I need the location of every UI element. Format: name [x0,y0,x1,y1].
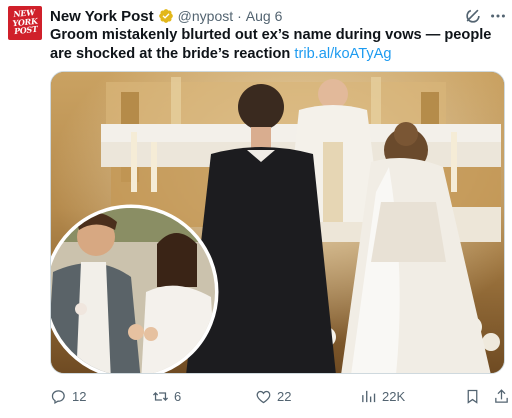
tweet-body: Groom mistakenly blurted out ex’s name d… [50,27,492,62]
tweet[interactable]: NEW YORK POST New York Post @nypost · Au… [0,0,512,418]
separator-dot: · [237,8,242,24]
grok-icon[interactable] [464,7,482,25]
tweet-text: Groom mistakenly blurted out ex’s name d… [50,26,505,64]
like-button[interactable]: 22 [255,385,291,407]
share-button[interactable] [493,385,512,407]
bookmark-icon [467,389,478,404]
views-button[interactable]: 22K [360,385,405,407]
bookmark-button[interactable] [464,385,486,407]
tweet-link[interactable]: trib.al/koATyAg [294,46,391,62]
avatar-logo-line-3: POST [13,23,39,37]
more-icon[interactable] [489,7,507,25]
wedding-photo [51,72,504,373]
author-name[interactable]: New York Post [50,8,154,25]
avatar[interactable]: NEW YORK POST [8,6,42,40]
retweet-button[interactable]: 6 [152,385,181,407]
views-icon [362,390,376,402]
retweet-icon [152,391,169,401]
tweet-header: New York Post @nypost · Aug 6 [50,6,282,26]
tweet-date[interactable]: Aug 6 [246,8,283,24]
author-handle[interactable]: @nypost [178,8,233,24]
tweet-media-photo[interactable] [50,71,505,374]
avatar-logo: NEW YORK POST [8,7,42,36]
retweet-count: 6 [174,388,182,404]
like-icon [256,390,271,403]
tweet-actions: 12 6 22 22K [50,385,510,407]
reply-button[interactable]: 12 [50,385,86,407]
share-icon [495,388,508,403]
reply-count: 12 [72,388,87,404]
views-count: 22K [382,388,406,404]
reply-icon [51,389,65,404]
verified-badge-icon[interactable] [158,8,174,24]
like-count: 22 [277,388,292,404]
